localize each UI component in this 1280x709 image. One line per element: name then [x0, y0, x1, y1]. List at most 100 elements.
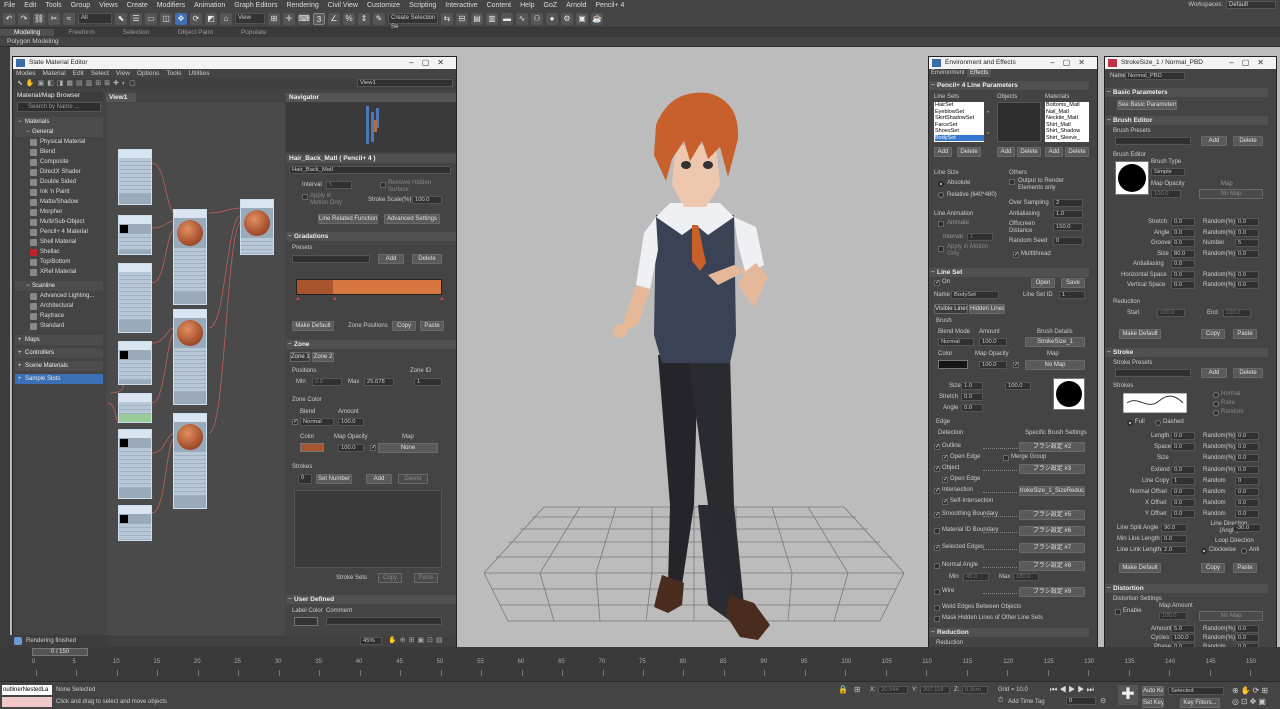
animate-checkbox[interactable]: [938, 221, 944, 227]
redo-icon[interactable]: ↷: [18, 12, 30, 25]
lock-icon[interactable]: 🔒: [838, 685, 848, 694]
multi-sub-object-node[interactable]: [240, 199, 274, 255]
hidden-lines-tab[interactable]: Hidden Lines: [969, 304, 1005, 314]
link-length-field[interactable]: 2.0: [1161, 546, 1187, 554]
ribbon-toggle-icon[interactable]: ▬: [501, 12, 513, 25]
sme-menu-tools[interactable]: Tools: [166, 70, 181, 77]
sme-menu-select[interactable]: Select: [91, 70, 109, 77]
stroke-add-button[interactable]: Add: [1201, 368, 1227, 378]
param-random-field[interactable]: 0.0: [1235, 432, 1259, 440]
material-name-field[interactable]: Hair_Back_Matl: [289, 166, 451, 174]
strokes-add-button[interactable]: Add: [366, 474, 392, 484]
make-default-button[interactable]: Make Default: [292, 321, 334, 331]
param-random-field[interactable]: 0.0: [1235, 499, 1259, 508]
gradation-marker-icon[interactable]: ▲: [295, 296, 301, 302]
gradation-marker-icon[interactable]: ▲: [439, 296, 445, 302]
stroke-section[interactable]: Stroke: [1105, 348, 1268, 357]
browser-material-item[interactable]: Standard: [15, 321, 103, 331]
brush-details-button[interactable]: StrokeSize_1: [1025, 337, 1085, 347]
sme-nav-icons[interactable]: ✋⊕⊞▣⊡▤: [388, 636, 446, 644]
group-sample-slots[interactable]: Sample Slots: [15, 374, 103, 384]
mask-checkbox[interactable]: [934, 616, 940, 622]
zone-color-swatch[interactable]: [300, 443, 324, 452]
zone2-tab[interactable]: Zone 2: [312, 352, 334, 362]
browser-material-item[interactable]: Advanced Lighting...: [15, 291, 103, 301]
abs-mode-icon[interactable]: ⊞: [854, 685, 861, 694]
edge-brush-button[interactable]: ブラシ設定 #3: [1019, 464, 1085, 474]
comment-field[interactable]: [326, 617, 442, 625]
edge-brush-button[interactable]: ブラシ設定 #8: [1019, 561, 1085, 571]
browser-material-item[interactable]: XRef Material: [15, 267, 103, 277]
sme-menu-view[interactable]: View: [116, 70, 130, 77]
brush-editor-section[interactable]: Brush Editor: [1105, 116, 1268, 125]
param-random-field[interactable]: 0: [1235, 476, 1259, 485]
edge-open-edge-checkbox[interactable]: [942, 476, 948, 483]
linesets-add-button[interactable]: Add: [934, 147, 952, 157]
group-maps[interactable]: Maps: [15, 335, 103, 345]
map-checkbox[interactable]: [370, 444, 376, 451]
menu-pencil[interactable]: Pencil+ 4: [595, 2, 624, 9]
line-set-name-field[interactable]: BodySet: [951, 291, 999, 299]
ribbon-tab-modeling[interactable]: Modeling: [0, 29, 55, 36]
reduction-section[interactable]: Reduction: [929, 628, 1089, 637]
select-manipulate-icon[interactable]: ✛: [283, 12, 295, 25]
param-value-field[interactable]: 100.0: [1171, 634, 1195, 643]
menu-customize[interactable]: Customize: [367, 2, 400, 9]
basic-parameters-section[interactable]: Basic Parameters: [1105, 88, 1268, 97]
timeline-track[interactable]: 0 5 10 15 20 25 30 35 40 45 50 55 60 65 70 75 80 85 90 95 10…: [0, 657, 1280, 681]
param-value-field[interactable]: 0.0: [1171, 218, 1195, 226]
curve-editor-icon[interactable]: ∿: [516, 12, 528, 25]
menu-modifiers[interactable]: Modifiers: [157, 2, 185, 9]
render-production-icon[interactable]: ☕: [591, 12, 603, 25]
pivot-center-icon[interactable]: ⊞: [268, 12, 280, 25]
select-move-icon[interactable]: ✥: [175, 12, 187, 25]
param-value-field[interactable]: 0.0: [1171, 281, 1195, 289]
normal-max-field[interactable]: 180.0: [1013, 573, 1039, 581]
browser-material-item[interactable]: Ink 'n Paint: [15, 187, 103, 197]
dashed-radio[interactable]: [1155, 420, 1161, 426]
objects-list[interactable]: [997, 102, 1041, 142]
group-materials[interactable]: Materials: [15, 117, 103, 127]
menu-civil-view[interactable]: Civil View: [328, 2, 358, 9]
current-frame-field[interactable]: 0: [1066, 697, 1096, 705]
param-value-field[interactable]: 0.0: [1171, 260, 1195, 268]
param-random-field[interactable]: 0.0: [1235, 443, 1259, 452]
full-radio[interactable]: [1127, 420, 1133, 426]
edge-self-intersection-checkbox[interactable]: [942, 498, 948, 505]
gradation-marker-icon[interactable]: ▲: [332, 296, 338, 302]
material-list-item[interactable]: Shirt_Sleeve_: [1046, 135, 1089, 142]
pencil-material-node[interactable]: [173, 209, 207, 305]
browser-material-item[interactable]: Composite: [15, 157, 103, 167]
zoom-dropdown[interactable]: 45%: [360, 637, 382, 645]
select-object-icon[interactable]: ⬉: [115, 12, 127, 25]
browser-material-item[interactable]: Physical Material: [15, 137, 103, 147]
set-key-button[interactable]: Set Key: [1142, 698, 1164, 708]
browser-material-item[interactable]: Multi/Sub-Object: [15, 217, 103, 227]
multithread-checkbox[interactable]: [1013, 251, 1019, 258]
brush-presets-dropdown[interactable]: [1115, 137, 1191, 145]
env-tab-effects[interactable]: Effects: [967, 69, 992, 77]
key-filters-button[interactable]: Key Filters...: [1180, 698, 1220, 708]
blend-dropdown[interactable]: Normal: [300, 418, 334, 426]
group-general[interactable]: General: [15, 127, 103, 137]
anime-character-model[interactable]: [558, 85, 818, 645]
param-value-field[interactable]: 0.0: [1171, 443, 1195, 452]
param-random-field[interactable]: 0.0: [1235, 510, 1259, 519]
over-sampling-field[interactable]: 2: [1053, 199, 1083, 207]
min-length-field[interactable]: 0.0: [1161, 535, 1187, 543]
param-random-field[interactable]: 0.0: [1235, 634, 1259, 643]
env-tab-environment[interactable]: Environment: [931, 70, 965, 76]
param-value-field[interactable]: 0.0: [1171, 499, 1195, 508]
line-set-item[interactable]: BodySet: [935, 134, 984, 141]
sme-menu-edit[interactable]: Edit: [73, 70, 84, 77]
absolute-radio[interactable]: [938, 181, 944, 187]
menu-group[interactable]: Group: [71, 2, 90, 9]
param-value-field[interactable]: 0.0: [1171, 432, 1195, 440]
link-icon[interactable]: ⛓: [33, 12, 45, 25]
line-color-swatch[interactable]: [938, 360, 968, 369]
menu-content[interactable]: Content: [487, 2, 512, 9]
amount-field[interactable]: 100.0: [979, 338, 1007, 346]
amount-field[interactable]: 100.0: [338, 418, 364, 426]
param-value-field[interactable]: 5.0: [1171, 625, 1195, 633]
ribbon-tab-selection[interactable]: Selection: [109, 29, 164, 36]
